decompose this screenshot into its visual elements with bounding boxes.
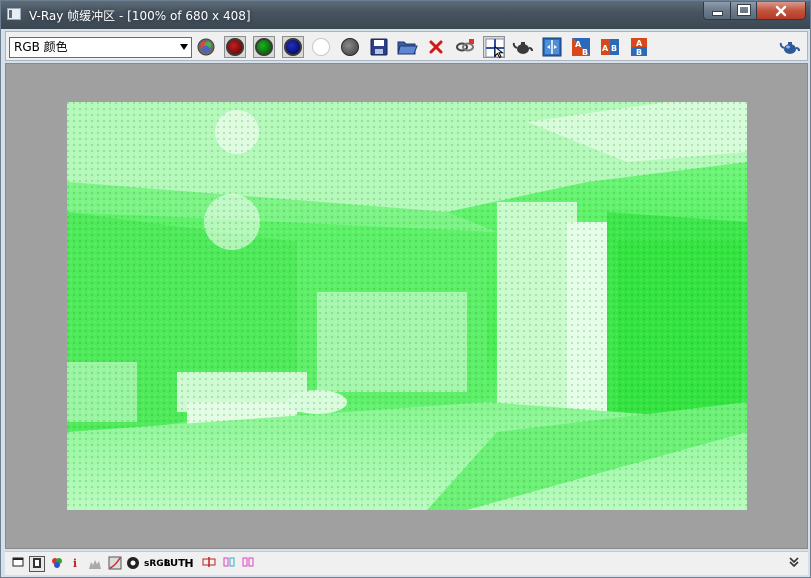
compare-b-button[interactable]	[241, 556, 255, 572]
rendered-image[interactable]	[67, 102, 747, 510]
maximize-button[interactable]	[730, 2, 757, 20]
srgb-button[interactable]: sRGB	[144, 556, 171, 572]
close-button[interactable]	[756, 2, 806, 20]
expand-button[interactable]	[787, 556, 801, 572]
monochrome-button[interactable]	[339, 36, 361, 58]
ab-split-button[interactable]: A B	[599, 36, 621, 58]
compare-b-icon	[242, 557, 254, 567]
exposure-button[interactable]	[126, 556, 140, 572]
alpha-channel-button[interactable]	[310, 36, 332, 58]
green-channel-icon	[255, 38, 273, 56]
save-icon	[370, 38, 388, 56]
red-channel-icon	[226, 38, 244, 56]
split-horizontal-icon	[202, 557, 216, 567]
ab-horizontal-icon: A B	[572, 38, 590, 57]
toolbar: RGB 颜色 A B A B A B	[5, 31, 808, 61]
rgb-channels-icon	[197, 38, 215, 56]
window-title: V-Ray 帧缓冲区 - [100% of 680 x 408]	[29, 9, 251, 23]
levels-button[interactable]	[87, 556, 103, 572]
alpha-channel-icon	[312, 38, 330, 56]
open-image-button[interactable]	[396, 36, 418, 58]
maximize-icon	[737, 5, 750, 15]
levels-icon	[89, 560, 101, 569]
compare-a-button[interactable]	[222, 556, 236, 572]
blue-channel-icon	[284, 38, 302, 56]
ab-vertical-icon: A B	[631, 38, 647, 57]
chevron-down-icon	[180, 44, 188, 50]
render-teapot-icon	[512, 42, 533, 54]
open-icon	[397, 41, 418, 55]
svg-text:A: A	[602, 44, 609, 53]
vfb-window: V-Ray 帧缓冲区 - [100% of 680 x 408] RGB 颜色	[0, 0, 811, 578]
rgb-channels-button[interactable]	[195, 36, 217, 58]
clear-icon	[429, 40, 443, 54]
double-chevron-down-icon	[789, 557, 799, 568]
compare-icon	[542, 37, 562, 57]
link-icon	[456, 39, 474, 52]
track-mouse-button[interactable]	[483, 36, 505, 59]
ab-split-icon: A B	[601, 39, 619, 55]
window-icon	[12, 557, 24, 567]
svg-text:B: B	[636, 48, 642, 57]
svg-text:B: B	[582, 48, 588, 57]
save-image-button[interactable]	[368, 36, 390, 58]
channel-select[interactable]: RGB 颜色	[9, 37, 192, 58]
app-icon	[7, 8, 21, 20]
render-button[interactable]	[512, 36, 534, 58]
compare-button[interactable]	[541, 36, 563, 58]
color-correction-button[interactable]	[50, 556, 64, 572]
hdr-button[interactable]: H	[183, 556, 195, 572]
clear-image-button[interactable]	[425, 36, 447, 58]
exposure-icon	[127, 557, 139, 569]
film-strip-icon	[33, 558, 41, 568]
channel-select-value: RGB 颜色	[14, 40, 68, 54]
track-mouse-icon	[485, 38, 505, 59]
svg-text:A: A	[636, 39, 643, 48]
svg-text:A: A	[575, 40, 582, 49]
render-last-button[interactable]	[779, 36, 801, 58]
image-viewport[interactable]	[5, 63, 808, 549]
curves-button[interactable]	[107, 556, 123, 572]
color-balls-icon	[52, 558, 62, 568]
link-button[interactable]	[454, 36, 476, 58]
minimize-button[interactable]	[703, 2, 731, 20]
svg-text:B: B	[611, 44, 617, 53]
monochrome-icon	[341, 38, 359, 56]
render-last-teapot-icon	[779, 42, 800, 54]
info-button[interactable]: i	[68, 556, 82, 572]
render-preview	[67, 102, 747, 510]
ab-vertical-button[interactable]: A B	[628, 36, 650, 58]
curves-icon	[108, 556, 122, 570]
window-mode-button[interactable]	[11, 556, 25, 572]
compare-horizontal-button[interactable]	[202, 556, 216, 572]
close-icon	[775, 5, 787, 17]
ab-horizontal-button[interactable]: A B	[570, 36, 592, 58]
minimize-icon	[711, 11, 723, 16]
red-channel-button[interactable]	[224, 36, 246, 58]
green-channel-button[interactable]	[253, 36, 275, 58]
lut-button[interactable]: LUT	[164, 556, 185, 572]
frame-stamp-button[interactable]	[29, 556, 45, 572]
compare-a-icon	[223, 557, 235, 567]
title-bar[interactable]: V-Ray 帧缓冲区 - [100% of 680 x 408]	[1, 1, 810, 29]
blue-channel-button[interactable]	[282, 36, 304, 58]
status-bar: i sRGB LUT H	[5, 551, 808, 575]
